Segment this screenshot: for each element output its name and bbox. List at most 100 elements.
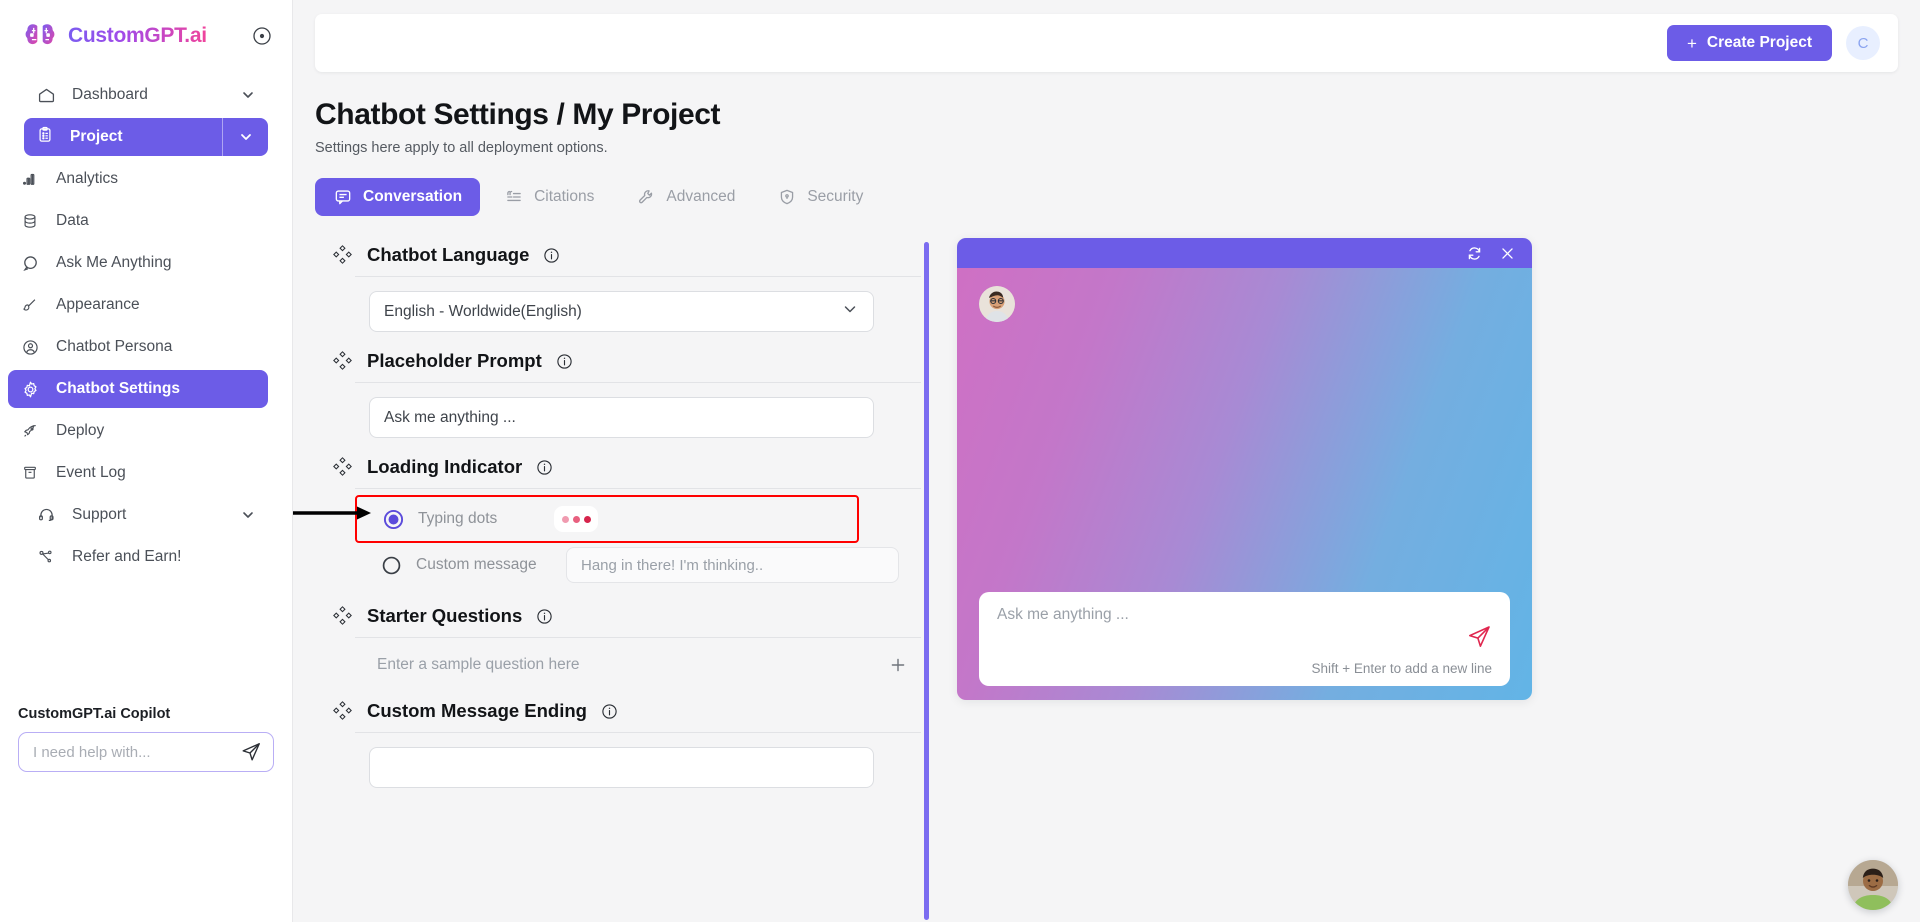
tab-conversation[interactable]: Conversation xyxy=(315,178,481,216)
copilot-input[interactable] xyxy=(33,743,232,761)
chat-preview-input-area[interactable]: Ask me anything ... Shift + Enter to add… xyxy=(979,592,1510,686)
placeholder-prompt-input-box[interactable] xyxy=(369,397,874,438)
quote-list-icon xyxy=(504,188,523,207)
typing-dots-preview xyxy=(554,506,598,532)
chat-input-hint: Shift + Enter to add a new line xyxy=(1311,661,1493,676)
sidebar-item-refer-and-earn[interactable]: Refer and Earn! xyxy=(24,538,268,576)
topbar: + Create Project C xyxy=(315,14,1898,72)
sidebar-item-deploy[interactable]: Deploy xyxy=(8,412,268,450)
info-icon[interactable] xyxy=(536,459,553,476)
headset-icon xyxy=(36,505,56,525)
settings-tabs: Conversation Citations Advanced Security xyxy=(315,178,1898,216)
sidebar-item-ask-me-anything[interactable]: Ask Me Anything xyxy=(8,244,268,282)
chat-input-placeholder[interactable]: Ask me anything ... xyxy=(997,606,1492,624)
loading-option-label: Typing dots xyxy=(418,510,498,527)
bar-chart-icon xyxy=(20,169,40,189)
section-title: Chatbot Language xyxy=(367,244,530,265)
user-circle-icon xyxy=(20,337,40,357)
send-icon[interactable] xyxy=(1466,624,1492,650)
user-avatar[interactable]: C xyxy=(1846,26,1880,60)
chatbot-language-select[interactable]: English - Worldwide(English) xyxy=(369,291,874,332)
section-title: Placeholder Prompt xyxy=(367,350,542,371)
sidebar-item-label: Chatbot Settings xyxy=(56,380,180,397)
settings-scrollbar-track[interactable] xyxy=(924,242,929,920)
loading-indicator-options: Typing dots Custom message Hang in there… xyxy=(293,489,921,591)
chat-widget-avatar[interactable] xyxy=(1848,860,1898,910)
sidebar-item-dashboard[interactable]: Dashboard xyxy=(24,76,268,114)
chat-preview-header xyxy=(957,238,1532,268)
chevron-down-icon[interactable] xyxy=(240,507,256,523)
sidebar-item-data[interactable]: Data xyxy=(8,202,268,240)
chat-input-footer: Shift + Enter to add a new line xyxy=(997,661,1493,686)
section-custom-message-ending-header: Custom Message Ending xyxy=(333,694,921,732)
sidebar-item-project-main[interactable]: Project xyxy=(24,118,222,156)
gear-icon xyxy=(20,379,40,399)
placeholder-prompt-input[interactable] xyxy=(384,408,859,427)
refresh-icon[interactable] xyxy=(1466,245,1483,262)
archive-icon xyxy=(20,463,40,483)
tab-security[interactable]: Security xyxy=(759,178,881,216)
tab-advanced[interactable]: Advanced xyxy=(618,178,753,216)
custom-message-input[interactable] xyxy=(581,556,884,574)
diamond-cluster-icon xyxy=(333,606,353,626)
section-title: Custom Message Ending xyxy=(367,700,587,721)
close-icon[interactable] xyxy=(1499,245,1516,262)
info-icon[interactable] xyxy=(601,703,618,720)
plus-icon: + xyxy=(1686,33,1697,53)
info-icon[interactable] xyxy=(536,608,553,625)
app-root: CustomGPT.ai Dashboard Project Analytics… xyxy=(0,0,1920,922)
copilot-title: CustomGPT.ai Copilot xyxy=(18,706,171,722)
plus-icon[interactable] xyxy=(889,656,907,674)
chatbot-language-field: English - Worldwide(English) xyxy=(333,277,921,344)
sidebar-item-label: Project xyxy=(70,128,123,145)
copilot-section: CustomGPT.ai Copilot xyxy=(0,706,292,922)
brand-row: CustomGPT.ai xyxy=(0,0,292,68)
brush-icon xyxy=(20,295,40,315)
bot-avatar-image xyxy=(979,286,1015,322)
main-content: + Create Project C Chatbot Settings / My… xyxy=(293,0,1920,922)
settings-content: Chatbot Language English - Worldwide(Eng… xyxy=(293,238,1898,922)
loading-option-custom-message[interactable]: Custom message xyxy=(355,543,921,587)
sidebar-item-chatbot-persona[interactable]: Chatbot Persona xyxy=(8,328,268,366)
loading-option-typing-dots[interactable]: Typing dots xyxy=(357,497,857,541)
loading-option-label: Custom message xyxy=(416,556,537,573)
custom-message-input-box[interactable] xyxy=(566,547,899,583)
message-square-icon xyxy=(333,188,352,207)
settings-scrollbar-thumb[interactable] xyxy=(924,242,929,920)
chevron-down-icon xyxy=(841,300,859,323)
section-loading-indicator-header: Loading Indicator xyxy=(333,450,921,488)
typing-dot-2 xyxy=(572,515,580,523)
create-project-button[interactable]: + Create Project xyxy=(1666,25,1832,61)
custom-message-ending-input-box[interactable] xyxy=(369,747,874,788)
sidebar-item-project[interactable]: Project xyxy=(24,118,268,156)
chat-preview-window: Ask me anything ... Shift + Enter to add… xyxy=(957,238,1532,700)
sidebar-project-expand-button[interactable] xyxy=(222,118,268,156)
sidebar-item-label: Ask Me Anything xyxy=(56,254,172,271)
starter-question-row: Enter a sample question here xyxy=(333,638,921,684)
chevron-down-icon[interactable] xyxy=(240,87,256,103)
tab-citations[interactable]: Citations xyxy=(486,178,612,216)
sidebar-item-support[interactable]: Support xyxy=(24,496,268,534)
chatbot-language-value: English - Worldwide(English) xyxy=(384,302,582,320)
diamond-cluster-icon xyxy=(333,351,353,371)
sidebar-item-event-log[interactable]: Event Log xyxy=(8,454,268,492)
sidebar: CustomGPT.ai Dashboard Project Analytics… xyxy=(0,0,293,922)
section-title: Starter Questions xyxy=(367,605,523,626)
info-icon[interactable] xyxy=(556,353,573,370)
sidebar-item-appearance[interactable]: Appearance xyxy=(8,286,268,324)
send-icon[interactable] xyxy=(240,741,262,763)
custom-message-ending-input[interactable] xyxy=(384,758,859,777)
sidebar-item-label: Refer and Earn! xyxy=(72,548,182,565)
clipboard-icon xyxy=(36,126,54,149)
radio-custom-message[interactable] xyxy=(381,555,402,576)
radio-typing-dots[interactable] xyxy=(383,509,404,530)
typing-dot-1 xyxy=(561,515,569,523)
starter-question-placeholder[interactable]: Enter a sample question here xyxy=(377,656,579,674)
chat-icon xyxy=(20,253,40,273)
sidebar-item-analytics[interactable]: Analytics xyxy=(8,160,268,198)
collapse-circle-icon[interactable] xyxy=(252,26,272,46)
tab-label: Citations xyxy=(534,188,595,205)
sidebar-item-chatbot-settings[interactable]: Chatbot Settings xyxy=(8,370,268,408)
info-icon[interactable] xyxy=(543,247,560,264)
copilot-input-box[interactable] xyxy=(18,732,274,772)
